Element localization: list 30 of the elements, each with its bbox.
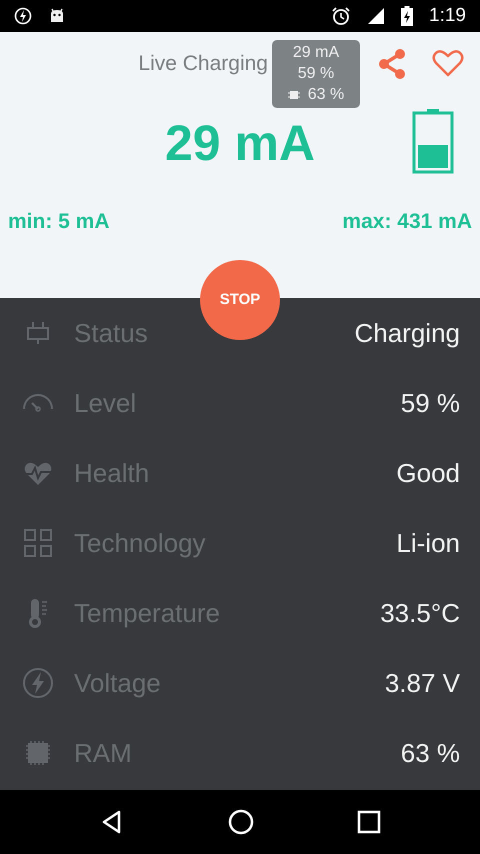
current-reading: 29 mA <box>164 114 316 173</box>
row-value: Li-ion <box>396 526 460 560</box>
android-icon <box>48 7 66 25</box>
max-reading: max: 431 mA <box>342 209 472 236</box>
home-icon[interactable] <box>228 809 254 835</box>
clock-time: 1:19 <box>429 4 466 28</box>
tooltip-text: 63 % <box>308 84 344 105</box>
heart-icon[interactable] <box>432 48 464 78</box>
recents-icon[interactable] <box>356 810 381 834</box>
min-reading: min: 5 mA <box>8 209 110 236</box>
tooltip-text: 29 mA <box>292 43 340 63</box>
alarm-icon <box>331 6 352 26</box>
row-value: 59 % <box>400 386 460 420</box>
grid-icon <box>23 528 53 558</box>
row-value: 63 % <box>400 736 460 770</box>
row-value: Good <box>396 456 460 490</box>
battery-icon <box>401 6 414 26</box>
signal-icon <box>367 7 386 25</box>
plug-icon <box>24 319 52 347</box>
battery-level-icon <box>412 108 454 174</box>
row-value: 3.87 V <box>384 666 460 700</box>
title: Live Charging <box>138 51 268 77</box>
stop-button[interactable]: STOP <box>200 260 280 340</box>
bolt-icon <box>22 667 54 699</box>
row-value: 33.5°C <box>380 596 460 630</box>
flash-icon <box>14 7 32 25</box>
row-value: Charging <box>354 316 460 350</box>
chip-icon <box>288 88 300 101</box>
tooltip-text: 59 % <box>298 64 334 84</box>
share-icon[interactable] <box>376 48 408 80</box>
